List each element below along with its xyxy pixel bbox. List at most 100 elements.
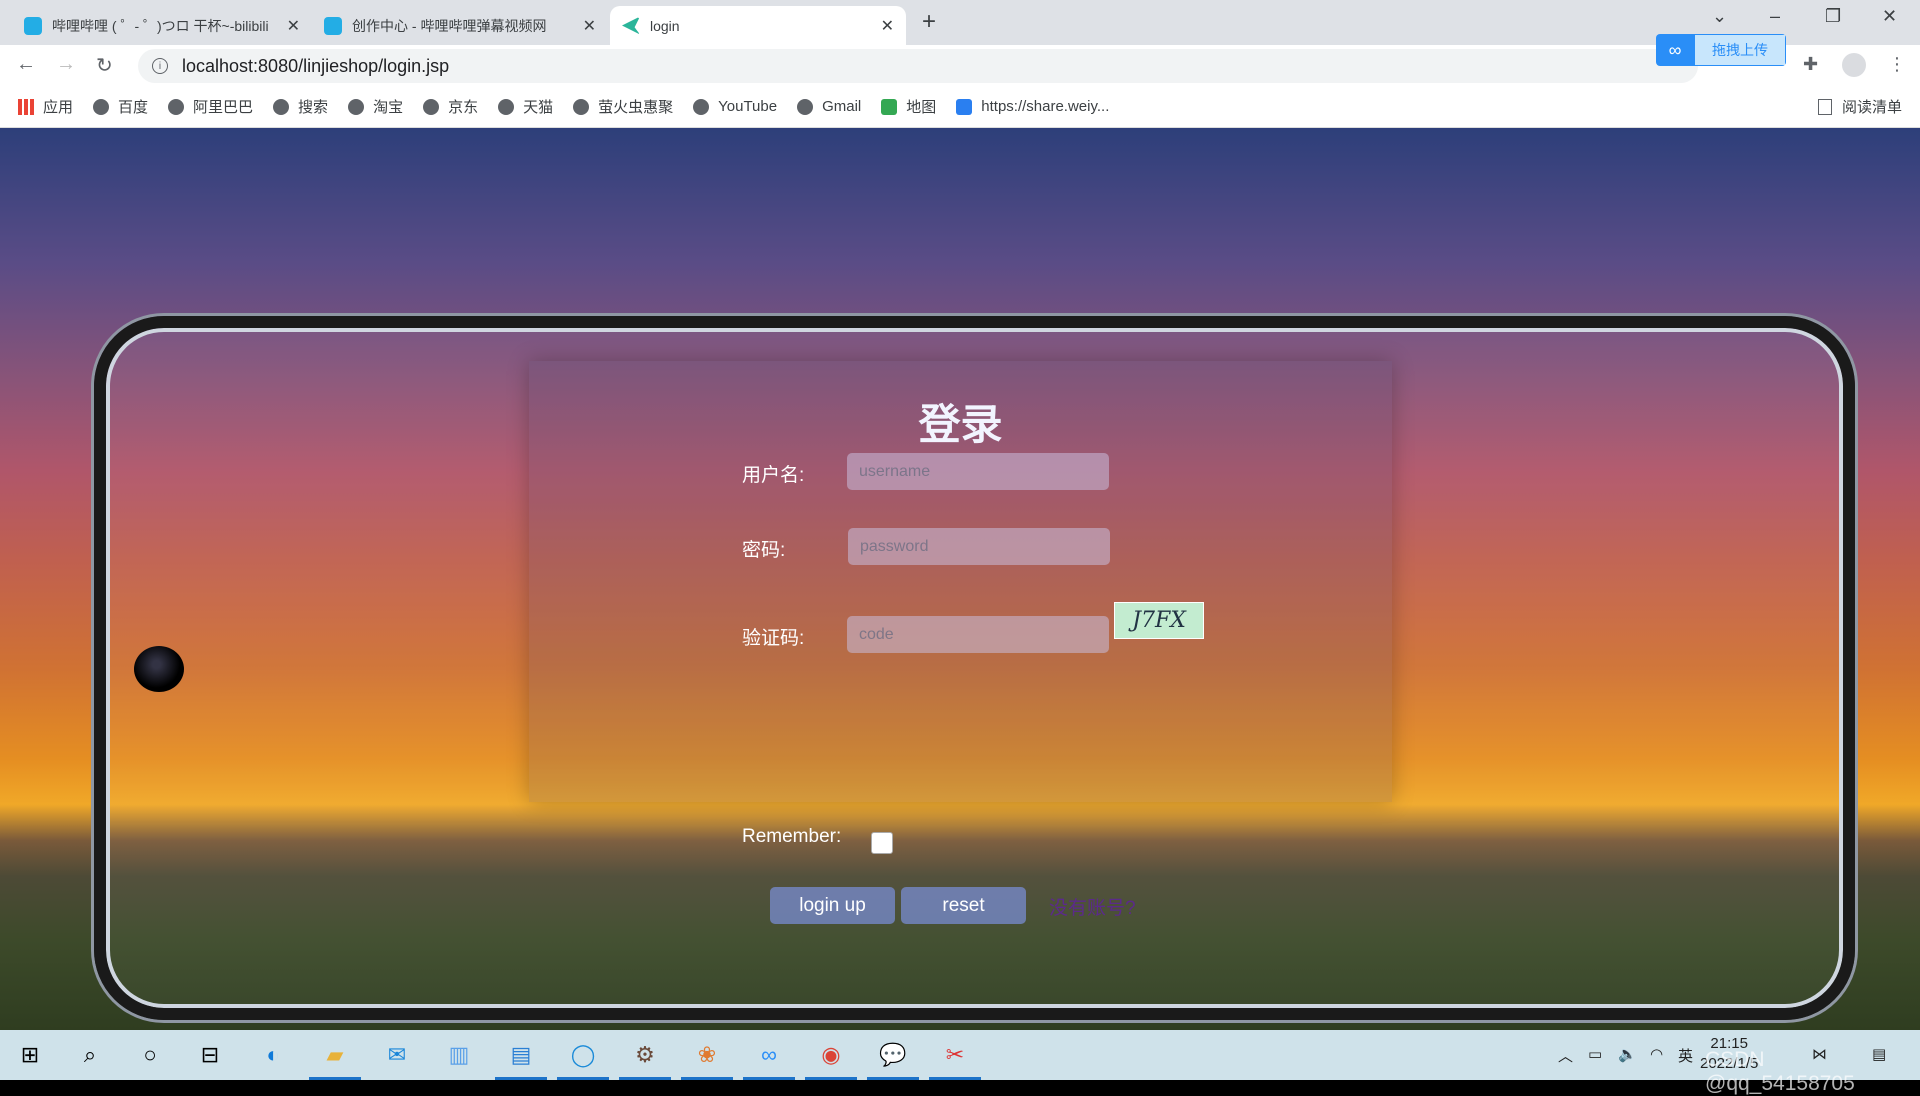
bookmark-apps[interactable]: 应用 — [18, 96, 73, 117]
ime-indicator[interactable]: 英 — [1678, 1045, 1693, 1066]
url-text: localhost:8080/linjieshop/login.jsp — [182, 55, 450, 76]
chrome-icon[interactable]: ◉ — [805, 1038, 857, 1080]
close-window-button[interactable]: ✕ — [1882, 6, 1897, 27]
camera-decoration — [134, 646, 184, 692]
globe-icon — [273, 98, 290, 115]
tab-login[interactable]: login ✕ — [610, 6, 906, 45]
globe-icon — [423, 98, 440, 115]
tab-bar: 哔哩哔哩 ( ゜- ゜)つロ 干杯~-bilibili ✕ 创作中心 - 哔哩哔… — [0, 0, 1920, 45]
baidu-upload-widget[interactable]: ∞ 拖拽上传 — [1656, 34, 1786, 66]
task-view-icon[interactable]: ⊟ — [193, 1038, 227, 1072]
bookmark-item[interactable]: https://share.weiy... — [956, 98, 1109, 115]
captcha-image[interactable]: J7FX — [1114, 602, 1204, 639]
remember-checkbox[interactable] — [871, 832, 893, 854]
register-link[interactable]: 没有账号? — [1049, 893, 1136, 920]
tab-title: login — [650, 17, 680, 34]
bookmark-label: 地图 — [906, 99, 937, 116]
bookmark-item[interactable]: 淘宝 — [348, 96, 403, 117]
bookmark-item[interactable]: 地图 — [881, 96, 936, 117]
baidu-netdisk-icon[interactable]: ∞ — [743, 1038, 795, 1080]
back-icon[interactable]: ← — [16, 53, 36, 76]
globe-icon — [797, 98, 814, 115]
volume-icon[interactable]: 🔈 — [1618, 1045, 1637, 1063]
bookmark-label: https://share.weiy... — [981, 98, 1110, 115]
tab-title: 哔哩哔哩 ( ゜- ゜)つロ 干杯~-bilibili — [52, 17, 269, 34]
remember-label: Remember: — [742, 826, 842, 847]
bookmark-label: 百度 — [118, 99, 149, 116]
windows-start-icon[interactable]: ⊞ — [13, 1038, 47, 1072]
edge-icon[interactable]: ◐ — [256, 1038, 290, 1072]
tab-bilibili[interactable]: 哔哩哔哩 ( ゜- ゜)つロ 干杯~-bilibili ✕ — [12, 6, 312, 45]
tab-creator-center[interactable]: 创作中心 - 哔哩哔哩弹幕视频网 ✕ — [312, 6, 608, 45]
qq-browser-icon[interactable]: ◯ — [557, 1038, 609, 1080]
bookmark-label: 淘宝 — [373, 99, 404, 116]
forward-icon[interactable]: → — [56, 53, 76, 76]
apps-grid-icon — [18, 98, 34, 115]
watermark: CSDN @qq_54158705 — [1705, 1048, 1855, 1095]
tab-search-icon[interactable]: ⌄ — [1712, 6, 1727, 27]
reading-list-button[interactable]: 阅读清单 — [1817, 96, 1902, 117]
bookmark-item[interactable]: 萤火虫惠聚 — [573, 96, 673, 117]
weiyun-icon — [956, 98, 973, 115]
search-icon[interactable]: ⌕ — [73, 1038, 107, 1072]
baidu-netdisk-icon: ∞ — [1656, 34, 1694, 66]
bookmark-item[interactable]: Gmail — [797, 98, 861, 115]
taskbar: ⊞ ⌕ ○ ⊟ ◐ ▰ ✉ ▥ ▤ ◯ ⚙ ❀ ∞ ◉ 💬 ✂ ︿ ▭ 🔈 ◠ … — [0, 1030, 1920, 1095]
bookmark-label: YouTube — [718, 98, 778, 115]
show-hidden-icons[interactable]: ︿ — [1558, 1045, 1573, 1066]
reset-button[interactable]: reset — [901, 887, 1026, 924]
cloud-app-icon[interactable]: ❀ — [681, 1038, 733, 1080]
code-label: 验证码: — [742, 628, 805, 649]
reload-icon[interactable]: ↻ — [96, 53, 113, 78]
wifi-icon[interactable]: ◠ — [1650, 1045, 1663, 1063]
login-button[interactable]: login up — [770, 887, 895, 924]
bookmark-label: 阿里巴巴 — [193, 99, 254, 116]
info-icon[interactable]: i — [152, 58, 168, 74]
profile-avatar[interactable] — [1842, 53, 1866, 77]
menu-icon[interactable]: ⋮ — [1888, 54, 1906, 75]
wechat-icon[interactable]: 💬 — [867, 1038, 919, 1080]
file-explorer-icon[interactable]: ▰ — [309, 1038, 361, 1080]
extensions-icon[interactable]: ✚ — [1803, 54, 1818, 75]
globe-icon — [93, 98, 110, 115]
bookmark-item[interactable]: 搜索 — [273, 96, 328, 117]
code-input[interactable] — [847, 616, 1109, 653]
battery-icon[interactable]: ▭ — [1588, 1045, 1602, 1063]
bookmark-item[interactable]: 阿里巴巴 — [168, 96, 253, 117]
bookmark-item[interactable]: 天猫 — [498, 96, 553, 117]
winrar-icon[interactable]: ▥ — [442, 1038, 476, 1072]
bookmark-item[interactable]: 百度 — [93, 96, 148, 117]
control-panel-icon[interactable]: ▤ — [495, 1038, 547, 1080]
bookmarks-bar: 应用 百度 阿里巴巴 搜索 淘宝 京东 天猫 萤火虫惠聚 YouTube Gma… — [0, 86, 1920, 128]
password-label: 密码: — [742, 540, 786, 561]
tool-app-icon[interactable]: ✂ — [929, 1038, 981, 1080]
bird-icon — [622, 16, 640, 35]
tab-title: 创作中心 - 哔哩哔哩弹幕视频网 — [352, 17, 547, 34]
game-icon[interactable]: ⚙ — [619, 1038, 671, 1080]
bilibili-icon — [24, 16, 42, 35]
password-input[interactable] — [848, 528, 1110, 565]
globe-icon — [348, 98, 365, 115]
cortana-icon[interactable]: ○ — [133, 1038, 167, 1072]
bookmark-item[interactable]: 京东 — [423, 96, 478, 117]
globe-icon — [498, 98, 515, 115]
restore-button[interactable]: ❐ — [1825, 6, 1841, 27]
bookmark-label: 天猫 — [523, 99, 554, 116]
new-tab-button[interactable]: + — [922, 8, 936, 36]
close-tab-icon[interactable]: ✕ — [583, 16, 596, 36]
upload-label: 拖拽上传 — [1694, 34, 1786, 66]
url-input[interactable]: i localhost:8080/linjieshop/login.jsp — [138, 49, 1698, 83]
username-label: 用户名: — [742, 465, 805, 486]
bookmark-item[interactable]: YouTube — [693, 98, 777, 115]
bookmark-label: 京东 — [448, 99, 479, 116]
mail-icon[interactable]: ✉ — [380, 1038, 414, 1072]
bookmark-label: 应用 — [43, 99, 74, 116]
close-tab-icon[interactable]: ✕ — [287, 16, 300, 36]
maps-icon — [881, 98, 898, 115]
minimize-button[interactable]: – — [1770, 6, 1780, 27]
username-input[interactable] — [847, 453, 1109, 490]
globe-icon — [573, 98, 590, 115]
close-tab-icon[interactable]: ✕ — [881, 16, 894, 36]
bookmark-label: 萤火虫惠聚 — [598, 99, 674, 116]
reading-list-icon — [1817, 98, 1832, 115]
